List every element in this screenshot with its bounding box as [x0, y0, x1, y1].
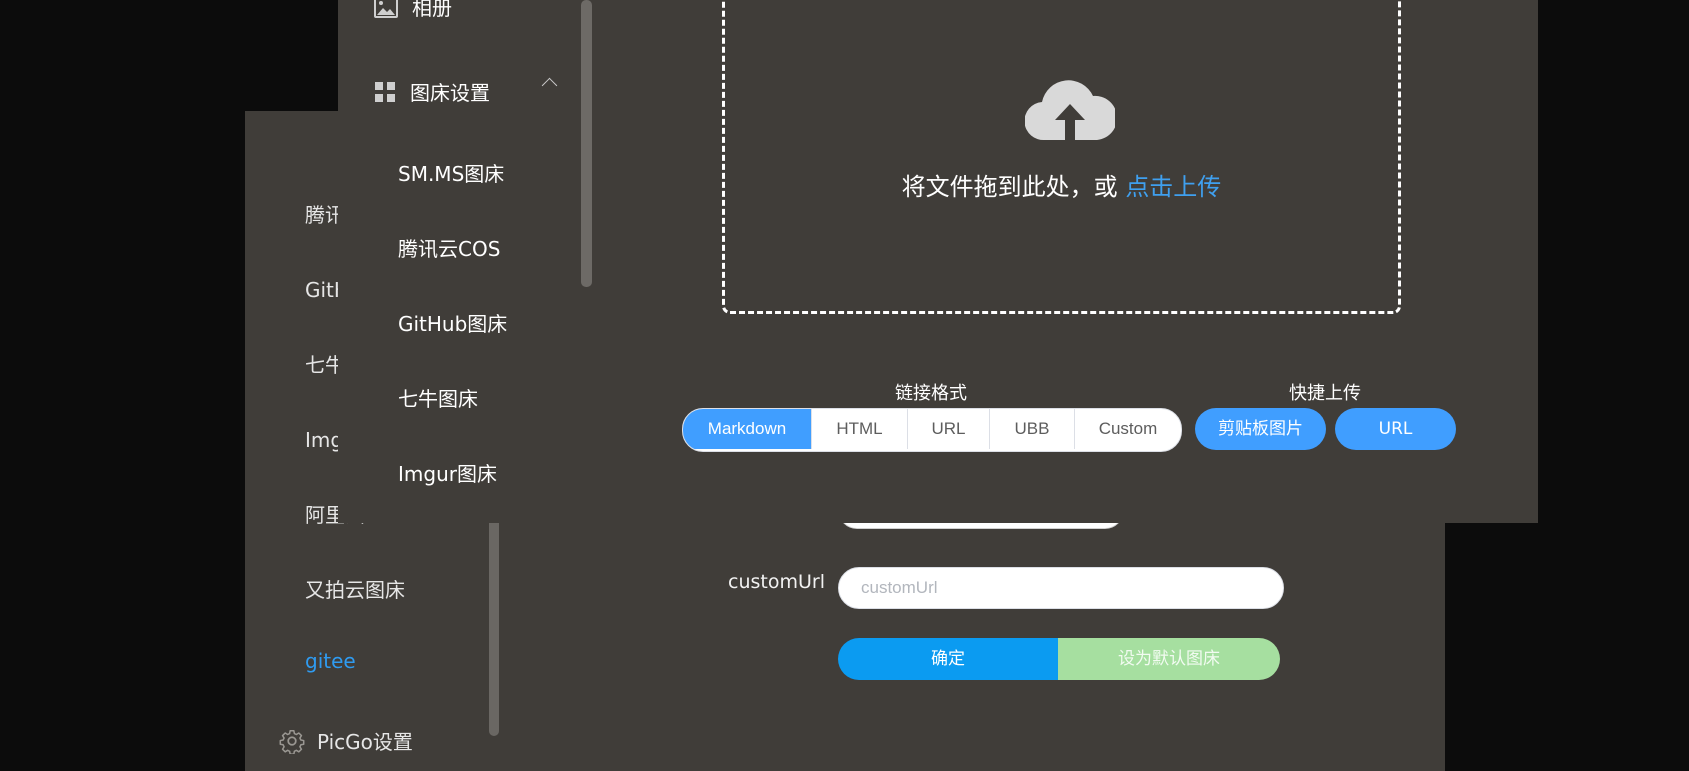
chevron-up-icon[interactable] — [541, 77, 558, 94]
front-window: 相册 图床设置 SM.MS图床 腾讯云COS GitHub图床 七牛图床 Img… — [338, 0, 1538, 523]
sidebar-item-smms[interactable]: SM.MS图床 — [398, 158, 504, 187]
quick-upload-label: 快捷上传 — [1289, 383, 1361, 404]
sidebar-item-github[interactable]: GitHub图床 — [398, 308, 507, 337]
custom-url-label: customUrl — [728, 571, 825, 593]
back-sidebar-item-upyun[interactable]: 又拍云图床 — [305, 574, 405, 603]
sidebar-scrollbar[interactable] — [581, 0, 592, 287]
back-sidebar-item-gitee[interactable]: gitee — [305, 649, 356, 673]
format-html-option[interactable]: HTML — [812, 409, 908, 449]
format-custom-option[interactable]: Custom — [1075, 409, 1181, 449]
sidebar-label-album: 相册 — [412, 0, 452, 20]
picgo-settings-item[interactable]: PicGo设置 — [279, 726, 413, 755]
sidebar-item-tencent[interactable]: 腾讯云COS — [398, 233, 500, 262]
url-upload-button[interactable]: URL — [1335, 408, 1456, 450]
dropzone-text: 将文件拖到此处，或 点击上传 — [725, 167, 1398, 202]
sidebar-item-qiniu[interactable]: 七牛图床 — [398, 383, 478, 412]
custom-url-input[interactable] — [838, 567, 1284, 609]
sidebar-item-imgur[interactable]: Imgur图床 — [398, 458, 497, 487]
cloud-upload-icon — [1025, 80, 1115, 141]
form-actions: 确定 设为默认图床 — [838, 638, 1280, 680]
image-icon — [374, 0, 398, 18]
sidebar-label-picbed-settings: 图床设置 — [410, 81, 490, 105]
upload-dropzone[interactable]: 将文件拖到此处，或 点击上传 — [722, 0, 1401, 314]
format-ubb-option[interactable]: UBB — [990, 409, 1075, 449]
grid-icon — [375, 81, 395, 102]
clipboard-image-button[interactable]: 剪贴板图片 — [1195, 408, 1326, 450]
back-sidebar-scrollbar[interactable] — [489, 511, 499, 736]
set-default-picbed-button[interactable]: 设为默认图床 — [1058, 638, 1280, 680]
link-format-label: 链接格式 — [895, 383, 967, 404]
gear-icon — [279, 729, 305, 754]
format-markdown-option[interactable]: Markdown — [683, 409, 812, 449]
sidebar-item-picbed-settings[interactable]: 图床设置 — [374, 77, 490, 106]
picgo-settings-label: PicGo设置 — [317, 730, 413, 754]
sidebar-item-album[interactable]: 相册 — [374, 0, 452, 21]
click-upload-link[interactable]: 点击上传 — [1125, 173, 1221, 201]
format-url-option[interactable]: URL — [908, 409, 990, 449]
confirm-button[interactable]: 确定 — [838, 638, 1058, 680]
dropzone-hint: 将文件拖到此处，或 — [901, 173, 1126, 201]
link-format-group: Markdown HTML URL UBB Custom — [682, 408, 1182, 452]
